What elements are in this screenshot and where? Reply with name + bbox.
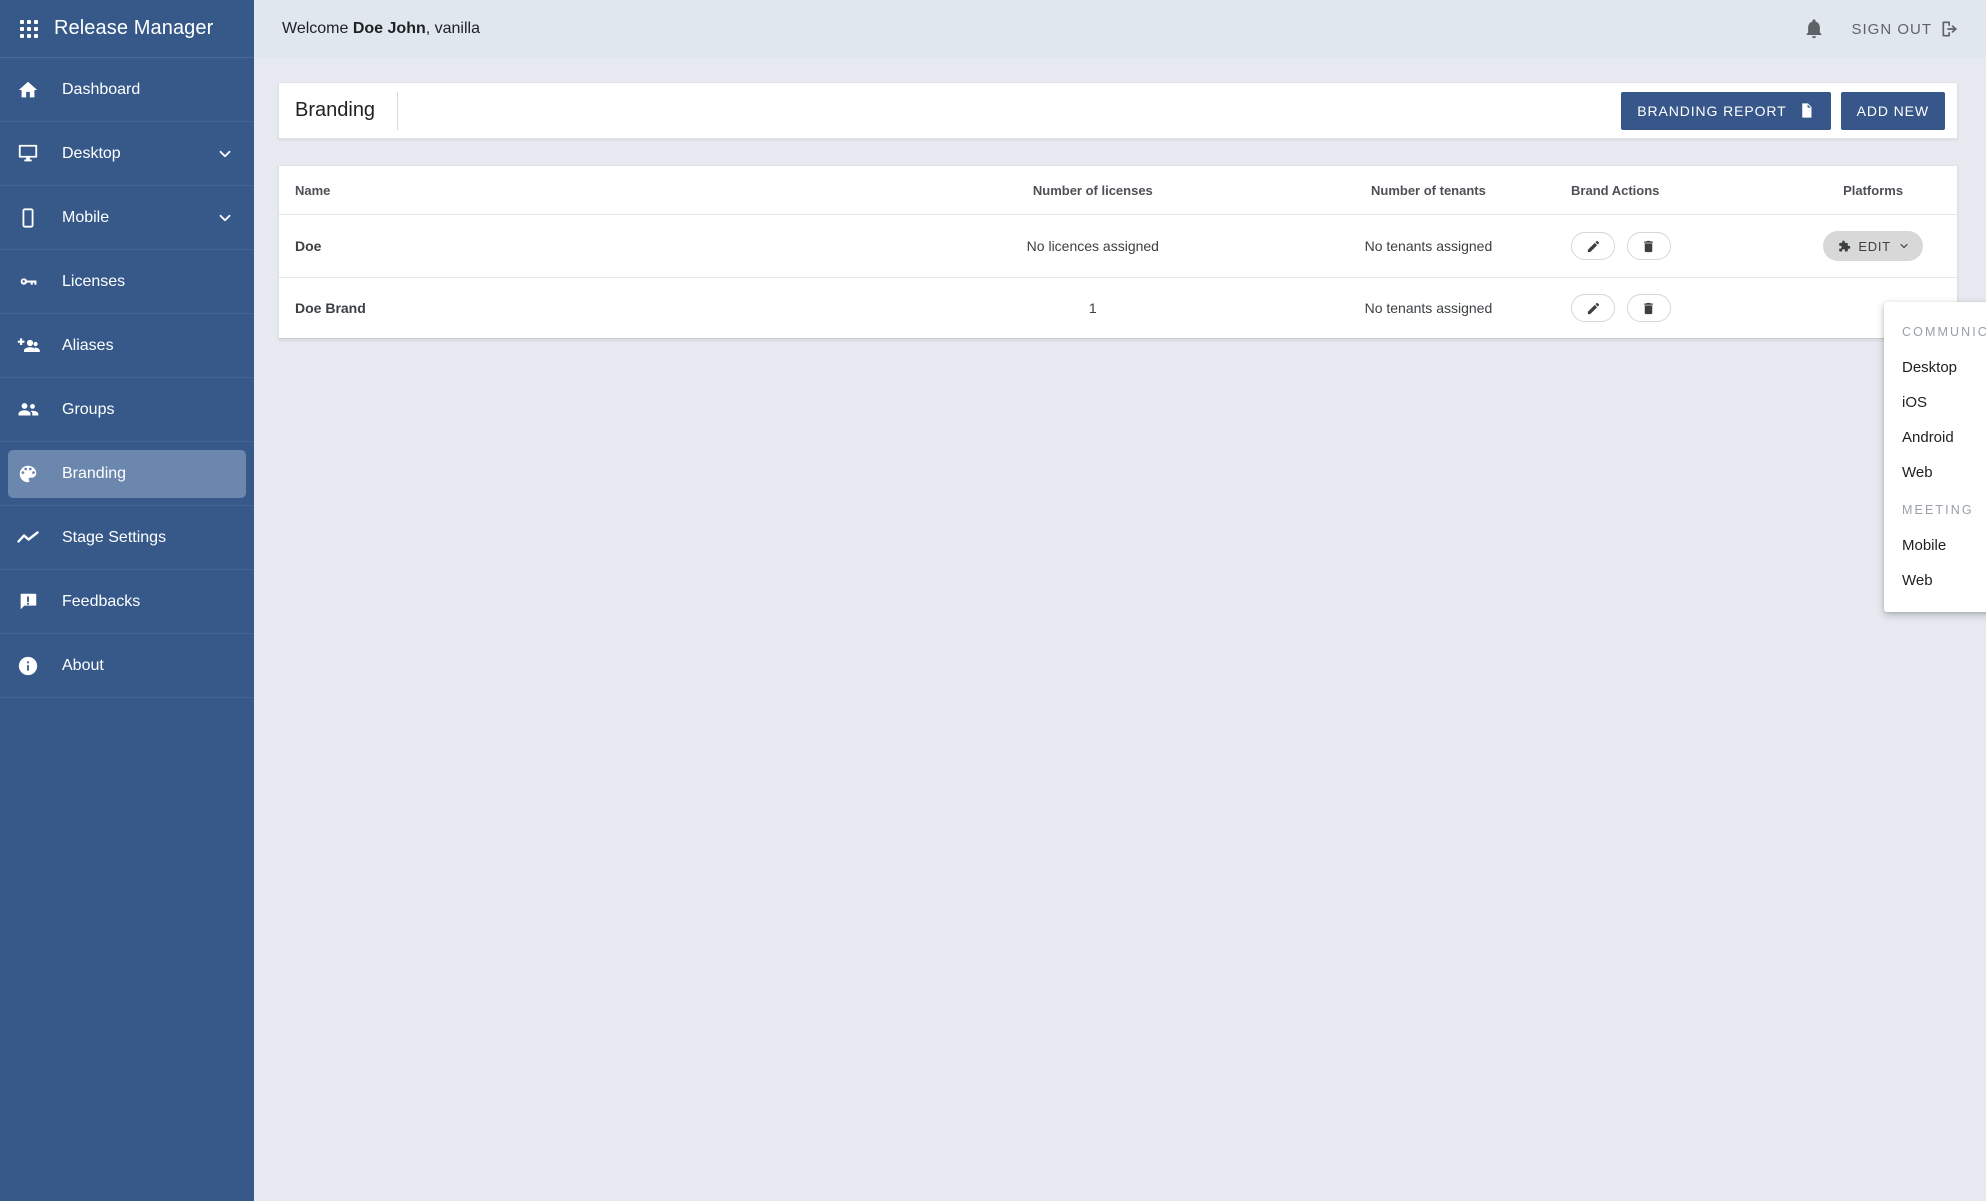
welcome-user-name: Doe John [352, 20, 426, 37]
sidebar-item-aliases[interactable]: Aliases [0, 314, 254, 378]
dropdown-group-title-meeting: MEETING [1902, 503, 1974, 517]
platforms-edit-label: EDIT [1858, 238, 1891, 254]
sign-out-label: SIGN OUT [1851, 20, 1932, 38]
welcome-prefix: Welcome [282, 20, 353, 37]
platforms-edit-button[interactable]: EDIT [1823, 231, 1923, 261]
cell-name: Doe [279, 214, 900, 278]
add-new-button[interactable]: ADD NEW [1840, 91, 1945, 130]
sidebar-brand[interactable]: Release Manager [0, 0, 254, 58]
sidebar-item-label: Branding [62, 464, 127, 482]
home-icon [8, 58, 48, 121]
page-title: Branding [295, 99, 376, 121]
sidebar-item-about[interactable]: About [0, 634, 254, 698]
cell-tenants: No tenants assigned [1285, 277, 1572, 339]
sidebar-item-label: Licenses [62, 272, 126, 290]
dropdown-item-ios[interactable]: iOS [1884, 385, 1986, 420]
sign-out-button[interactable]: SIGN OUT [1851, 19, 1960, 39]
top-bar: Welcome Doe John, vanilla SIGN OUT [254, 0, 1986, 58]
table-head: Name Number of licenses Number of tenant… [279, 166, 1957, 215]
monitor-icon [8, 122, 48, 185]
edit-pencil-icon[interactable] [1571, 294, 1616, 322]
sidebar-item-label: Feedbacks [62, 592, 141, 610]
dropdown-item-mobile[interactable]: Mobile [1884, 528, 1986, 563]
info-icon [8, 634, 48, 697]
column-header-tenants: Number of tenants [1285, 166, 1572, 215]
delete-trash-icon[interactable] [1626, 294, 1671, 322]
sidebar-item-label: Dashboard [62, 80, 141, 98]
chevron-down-icon[interactable] [216, 209, 234, 227]
top-bar-actions: SIGN OUT [1803, 18, 1960, 40]
sidebar-item-groups[interactable]: Groups [0, 378, 254, 442]
sidebar-item-stage-settings[interactable]: Stage Settings [0, 506, 254, 570]
page-header-card: Branding BRANDING REPORT ADD NEW [278, 82, 1958, 139]
branding-report-label: BRANDING REPORT [1637, 102, 1787, 119]
page-actions: BRANDING REPORT ADD NEW [1621, 91, 1945, 130]
sidebar-item-dashboard[interactable]: Dashboard [0, 58, 254, 122]
cell-tenants: No tenants assigned [1285, 214, 1572, 278]
table-row: Doe No licences assigned No tenants assi… [279, 214, 1957, 278]
dropdown-item-desktop[interactable]: Desktop [1884, 350, 1986, 385]
phone-icon [8, 186, 48, 249]
add-new-label: ADD NEW [1856, 102, 1929, 119]
feedback-icon [8, 570, 48, 633]
sidebar-item-label: Aliases [62, 336, 114, 354]
app-title: Release Manager [54, 17, 214, 39]
cell-licenses: 1 [899, 277, 1286, 339]
notification-bell-icon[interactable] [1803, 18, 1825, 40]
cell-brand-actions [1571, 214, 1790, 278]
sidebar: Release Manager Dashboard Desktop Mobile… [0, 0, 254, 1201]
cell-brand-actions [1571, 277, 1790, 339]
column-header-brand-actions: Brand Actions [1571, 166, 1790, 215]
sidebar-item-label: About [62, 656, 104, 674]
sidebar-item-licenses[interactable]: Licenses [0, 250, 254, 314]
chevron-down-icon[interactable] [216, 145, 234, 163]
welcome-suffix: , vanilla [425, 20, 480, 37]
branding-table-card: Name Number of licenses Number of tenant… [278, 165, 1958, 340]
cell-platforms: EDIT [1789, 214, 1957, 278]
edit-pencil-icon[interactable] [1571, 232, 1616, 260]
chevron-down-icon [1898, 240, 1910, 252]
delete-trash-icon[interactable] [1626, 232, 1671, 260]
branding-table: Name Number of licenses Number of tenant… [279, 166, 1957, 339]
people-icon [8, 378, 48, 441]
sidebar-nav: Dashboard Desktop Mobile Licenses Aliase… [0, 58, 254, 698]
branding-report-button[interactable]: BRANDING REPORT [1621, 91, 1831, 130]
sidebar-item-branding[interactable]: Branding [0, 442, 254, 506]
dropdown-group-title-communicator: COMMUNICATOR [1902, 325, 1986, 339]
sidebar-item-label: Mobile [62, 208, 110, 226]
key-icon [8, 250, 48, 313]
main-area: Welcome Doe John, vanilla SIGN OUT Brand… [254, 0, 1986, 1201]
title-divider [397, 91, 399, 130]
cell-name: Doe Brand [279, 277, 900, 339]
content-area: Branding BRANDING REPORT ADD NEW Name Nu… [254, 58, 1986, 1201]
trending-icon [8, 506, 48, 569]
apps-grid-icon[interactable] [16, 16, 42, 42]
document-icon [1798, 102, 1815, 119]
table-header-row: Name Number of licenses Number of tenant… [279, 166, 1957, 215]
platforms-dropdown-menu: COMMUNICATOR Desktop iOS Android Web MEE… [1884, 302, 1986, 612]
sidebar-item-label: Desktop [62, 144, 121, 162]
app-root: Release Manager Dashboard Desktop Mobile… [0, 0, 1986, 1201]
sidebar-item-feedbacks[interactable]: Feedbacks [0, 570, 254, 634]
sidebar-item-mobile[interactable]: Mobile [0, 186, 254, 250]
table-body: Doe No licences assigned No tenants assi… [279, 214, 1957, 339]
sidebar-item-label: Stage Settings [62, 528, 167, 546]
person-add-icon [8, 314, 48, 377]
cell-licenses: No licences assigned [899, 214, 1286, 278]
sidebar-item-label: Groups [62, 400, 115, 418]
dropdown-item-android[interactable]: Android [1884, 420, 1986, 455]
dropdown-item-web-meeting[interactable]: Web [1884, 563, 1986, 598]
column-header-platforms: Platforms [1789, 166, 1957, 215]
column-header-name: Name [279, 166, 900, 215]
column-header-licenses: Number of licenses [899, 166, 1286, 215]
puzzle-piece-icon [1836, 239, 1851, 254]
palette-icon [8, 450, 48, 498]
dropdown-item-web-communicator[interactable]: Web [1884, 455, 1986, 490]
sidebar-item-desktop[interactable]: Desktop [0, 122, 254, 186]
table-row: Doe Brand 1 No tenants assigned [279, 277, 1957, 339]
welcome-message: Welcome Doe John, vanilla [282, 20, 480, 38]
logout-icon [1940, 19, 1960, 39]
